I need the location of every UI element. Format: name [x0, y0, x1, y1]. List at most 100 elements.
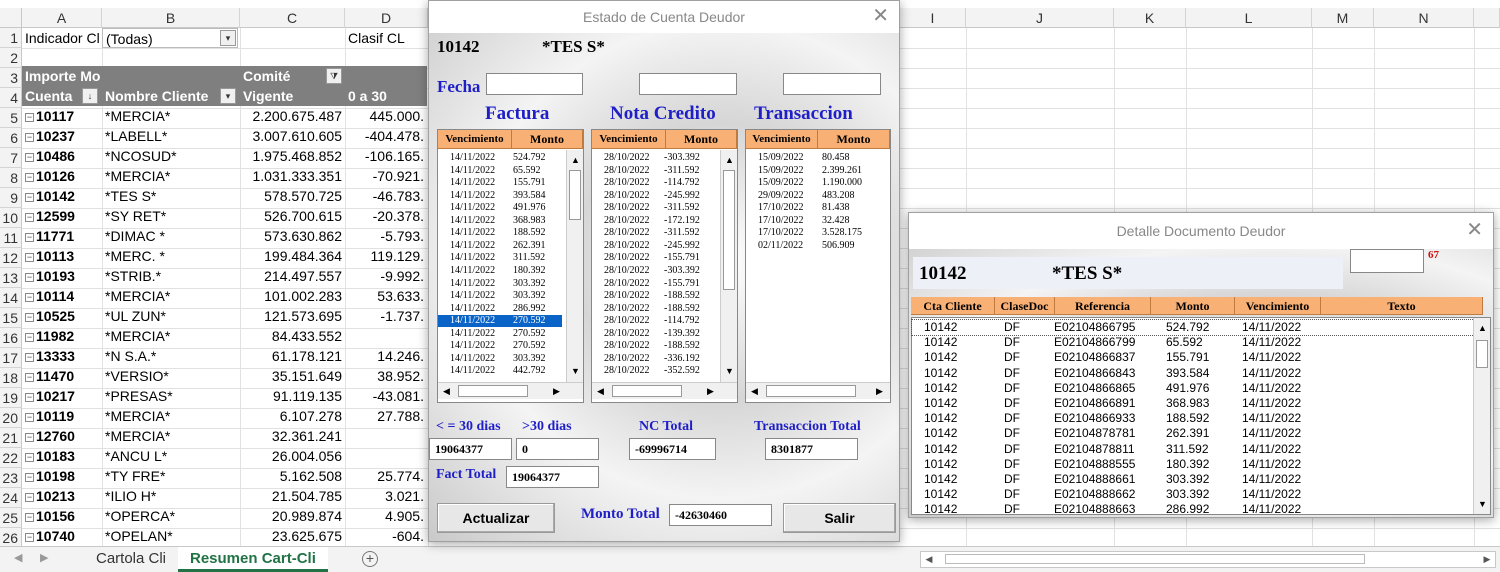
col-monto[interactable]: Monto: [1151, 297, 1235, 315]
vigente-cell[interactable]: 84.433.552: [240, 326, 345, 346]
list-item[interactable]: 14/11/2022 270.592: [438, 328, 562, 340]
list-item[interactable]: 14/11/2022 180.392: [438, 265, 562, 277]
list-item[interactable]: 14/11/2022 188.592: [438, 227, 562, 239]
scroll-left-icon[interactable]: ◀: [921, 552, 937, 567]
cuenta-cell[interactable]: −10237: [22, 126, 102, 146]
list-item[interactable]: 14/11/2022 491.976: [438, 202, 562, 214]
list-item[interactable]: 28/10/2022 -352.592: [592, 365, 716, 377]
list-item[interactable]: 14/11/2022 286.992: [438, 303, 562, 315]
close-icon[interactable]: ✕: [872, 5, 889, 27]
vigente-cell[interactable]: 578.570.725: [240, 186, 345, 206]
list-item[interactable]: 28/10/2022 -114.792: [592, 315, 716, 327]
list-item[interactable]: 28/10/2022 -172.192: [592, 215, 716, 227]
cuenta-cell[interactable]: −10126: [22, 166, 102, 186]
cuenta-cell[interactable]: −10217: [22, 386, 102, 406]
table-row[interactable]: 10142 DF E02104866933 188.592 14/11/2022: [912, 411, 1474, 426]
list-item[interactable]: 28/10/2022 -311.592: [592, 165, 716, 177]
row-header[interactable]: 25: [0, 508, 22, 528]
row-header[interactable]: 9: [0, 188, 22, 208]
table-row[interactable]: 10142 DF E02104888555 180.392 14/11/2022: [912, 457, 1474, 472]
cuenta-cell[interactable]: −10156: [22, 506, 102, 526]
cuenta-cell[interactable]: −11470: [22, 366, 102, 386]
list-item[interactable]: 28/10/2022 -155.791: [592, 252, 716, 264]
list-item[interactable]: 17/10/2022 81.438: [746, 202, 870, 214]
row-header[interactable]: 7: [0, 148, 22, 168]
nombre-cell[interactable]: *MERCIA*: [102, 106, 240, 126]
nota-vscrollbar[interactable]: ▲ ▼: [720, 150, 737, 382]
transaccion-list[interactable]: Vencimiento Monto 15/09/2022 80.458 15/09/…: [745, 129, 891, 403]
col-vencimiento[interactable]: Vencimiento: [592, 130, 666, 149]
vigente-cell[interactable]: 21.504.785: [240, 486, 345, 506]
add-sheet-icon[interactable]: +: [362, 551, 378, 567]
column-header-i[interactable]: I: [900, 8, 966, 28]
fecha-trans-input[interactable]: [783, 73, 881, 95]
cuenta-cell[interactable]: −10193: [22, 266, 102, 286]
list-item[interactable]: 02/11/2022 506.909: [746, 240, 870, 252]
cuenta-cell[interactable]: −10113: [22, 246, 102, 266]
sort-icon[interactable]: ↓: [82, 88, 98, 104]
column-header-d[interactable]: D: [345, 8, 428, 28]
nombre-cell[interactable]: *ANCU L*: [102, 446, 240, 466]
scroll-down-icon[interactable]: ▼: [721, 363, 738, 380]
cuenta-cell[interactable]: −12599: [22, 206, 102, 226]
factura-hscrollbar[interactable]: ◀ ▶: [438, 382, 583, 399]
table-row[interactable]: 10142 DF E02104866843 393.584 14/11/2022: [912, 366, 1474, 381]
0a30-cell[interactable]: -20.378.: [345, 206, 427, 226]
0a30-cell[interactable]: 445.000.: [345, 106, 427, 126]
col-monto[interactable]: Monto: [666, 130, 737, 149]
row-header[interactable]: 2: [0, 48, 22, 68]
column-header-c[interactable]: C: [240, 8, 345, 28]
table-row[interactable]: 10142 DF E02104866795 524.792 14/11/2022: [911, 319, 1475, 336]
0a30-cell[interactable]: 25.774.: [345, 466, 427, 486]
list-item[interactable]: 14/11/2022 303.392: [438, 290, 562, 302]
nombre-cell[interactable]: *SY RET*: [102, 206, 240, 226]
list-item[interactable]: 28/10/2022 -139.392: [592, 328, 716, 340]
row-header[interactable]: 24: [0, 488, 22, 508]
nombre-cell[interactable]: *NCOSUD*: [102, 146, 240, 166]
select-all-corner[interactable]: [0, 8, 22, 28]
collapse-icon[interactable]: −: [25, 352, 34, 362]
factura-list[interactable]: Vencimiento Monto 14/11/2022 524.792 14/11…: [437, 129, 584, 403]
next-sheet-icon[interactable]: ▶: [40, 551, 48, 564]
scroll-thumb[interactable]: [723, 170, 735, 290]
cuenta-cell[interactable]: −10114: [22, 286, 102, 306]
row-header[interactable]: 26: [0, 528, 22, 548]
cuenta-cell[interactable]: −10740: [22, 526, 102, 546]
row-header[interactable]: 16: [0, 328, 22, 348]
scroll-thumb[interactable]: [612, 385, 682, 397]
nombre-cell[interactable]: *OPELAN*: [102, 526, 240, 546]
nombre-cell[interactable]: *TES S*: [102, 186, 240, 206]
close-icon[interactable]: ✕: [1466, 219, 1483, 241]
scroll-right-icon[interactable]: ▶: [871, 383, 888, 400]
nombre-cell[interactable]: *MERC. *: [102, 246, 240, 266]
0a30-cell[interactable]: -46.783.: [345, 186, 427, 206]
scroll-left-icon[interactable]: ◀: [592, 383, 609, 400]
list-item[interactable]: 14/11/2022 303.392: [438, 353, 562, 365]
nc-total-field[interactable]: -69996714: [629, 438, 716, 460]
nombre-cell[interactable]: *MERCIA*: [102, 426, 240, 446]
nombre-cell[interactable]: *MERCIA*: [102, 286, 240, 306]
list-item[interactable]: 29/09/2022 483.208: [746, 190, 870, 202]
list-item[interactable]: 28/10/2022 -303.392: [592, 265, 716, 277]
collapse-icon[interactable]: −: [25, 312, 34, 322]
list-item[interactable]: 28/10/2022 -311.592: [592, 202, 716, 214]
row-header[interactable]: 12: [0, 248, 22, 268]
list-item[interactable]: 14/11/2022 270.592: [438, 315, 562, 328]
0a30-cell[interactable]: -5.793.: [345, 226, 427, 246]
list-item[interactable]: 17/10/2022 3.528.175: [746, 227, 870, 239]
0a30-cell[interactable]: -404.478.: [345, 126, 427, 146]
0a30-cell[interactable]: -106.165.: [345, 146, 427, 166]
0a30-cell[interactable]: 53.633.: [345, 286, 427, 306]
column-header-a[interactable]: A: [22, 8, 102, 28]
vigente-cell[interactable]: 1.975.468.852: [240, 146, 345, 166]
lt30-field[interactable]: 19064377: [429, 438, 512, 460]
scroll-right-icon[interactable]: ▶: [548, 383, 565, 400]
table-row[interactable]: 10142 DF E02104888661 303.392 14/11/2022: [912, 472, 1474, 487]
collapse-icon[interactable]: −: [25, 252, 34, 262]
trans-hscrollbar[interactable]: ◀ ▶: [746, 382, 890, 399]
actualizar-button[interactable]: Actualizar: [437, 503, 555, 533]
0a30-cell[interactable]: 27.788.: [345, 406, 427, 426]
nota-hscrollbar[interactable]: ◀ ▶: [592, 382, 737, 399]
horizontal-scrollbar[interactable]: ◀ ▶: [920, 551, 1496, 568]
collapse-icon[interactable]: −: [25, 512, 34, 522]
